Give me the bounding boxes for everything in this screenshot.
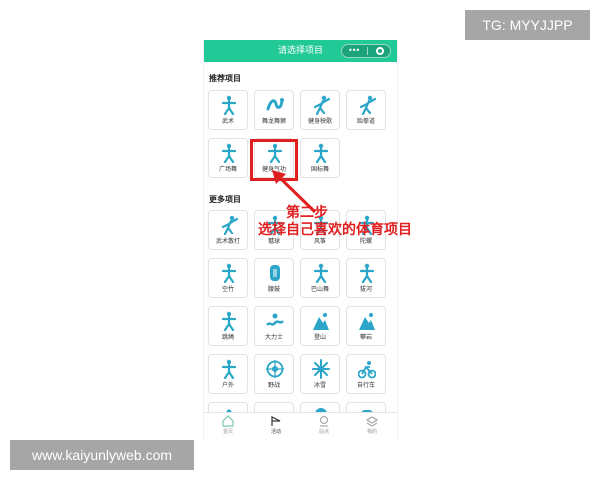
nav-item-layers[interactable]: 我的 (348, 415, 396, 440)
nav-item-activity[interactable]: 活动 (252, 415, 300, 440)
sport-tile[interactable]: 舞龙舞狮 (254, 90, 294, 130)
sport-label: 攀岩 (359, 334, 372, 341)
section-title-recommended: 推荐项目 (209, 74, 241, 83)
sport-tile[interactable]: 自行车 (346, 354, 386, 394)
sport-tile[interactable]: 跳绳 (208, 306, 248, 346)
strongman-icon (266, 313, 284, 326)
sport-tile[interactable]: 野战 (254, 354, 294, 394)
sport-tile[interactable]: 健身秧歌 (300, 90, 340, 130)
sport-label: 冰雪 (313, 382, 326, 389)
square-dance-icon (221, 143, 237, 163)
sport-label: 大力士 (264, 334, 283, 341)
sport-tile[interactable]: 登山 (300, 306, 340, 346)
bashan-dance-icon (313, 263, 329, 283)
sport-label: 武术 (221, 118, 234, 125)
more-icon[interactable]: ••• (348, 45, 360, 57)
nav-label: 站点 (318, 429, 329, 435)
ballroom-icon (313, 143, 329, 163)
phone-screen: 请选择项目 ••• 推荐项目 武术 舞龙舞狮 健身秧歌 跆拳道 广场舞 健身气功 国标舞 更… (203, 40, 398, 440)
bottom-nav: 首页 活动 站点 我的 (204, 412, 397, 440)
sport-tile[interactable]: 武术散打 (208, 210, 248, 250)
nav-label: 首页 (222, 429, 233, 435)
diabolo-icon (221, 263, 237, 283)
sport-label: 空竹 (221, 286, 234, 293)
yangge-icon (313, 95, 330, 115)
sport-tile[interactable]: 跆拳道 (346, 90, 386, 130)
sport-label: 健身秧歌 (307, 118, 332, 125)
nav-label: 活动 (270, 429, 281, 435)
sport-tile[interactable]: 武术 (208, 90, 248, 130)
sport-tile[interactable]: 空竹 (208, 258, 248, 298)
snowflake-icon (312, 359, 330, 379)
sport-label: 腰鼓 (267, 286, 280, 293)
sport-label: 跳绳 (221, 334, 234, 341)
sport-tile[interactable]: 户外 (208, 354, 248, 394)
taekwondo-icon (359, 95, 376, 115)
field-combat-icon (266, 360, 284, 378)
miniprogram-capsule[interactable]: ••• (341, 44, 391, 58)
sport-label: 拔河 (359, 286, 372, 293)
title-bar: 请选择项目 ••• (204, 40, 397, 62)
outdoor-icon (221, 359, 237, 379)
martial-arts-icon (221, 95, 237, 115)
sport-label: 户外 (221, 382, 234, 389)
nav-label: 我的 (366, 429, 377, 435)
rock-climbing-icon (359, 313, 375, 330)
close-circle-icon[interactable] (376, 47, 384, 55)
sport-label: 广场舞 (218, 166, 237, 173)
sport-tile[interactable]: 广场舞 (208, 138, 248, 178)
sport-tile[interactable]: 拔河 (346, 258, 386, 298)
tug-of-war-icon (359, 263, 375, 283)
annotation-text: 选择自己喜欢的体育项目 (258, 222, 412, 238)
capsule-divider (367, 47, 368, 55)
activity-icon (271, 416, 281, 426)
nav-item-location[interactable]: 站点 (300, 415, 348, 440)
nav-item-home[interactable]: 首页 (204, 415, 252, 440)
sport-tile[interactable]: 巴山舞 (300, 258, 340, 298)
waist-drum-icon (270, 265, 280, 281)
sport-tile[interactable]: 冰雪 (300, 354, 340, 394)
sport-label: 登山 (313, 334, 326, 341)
sport-label: 武术散打 (215, 238, 240, 245)
website-watermark: www.kaiyunlyweb.com (10, 440, 194, 470)
sanda-icon (221, 215, 238, 235)
sport-tile[interactable]: 大力士 (254, 306, 294, 346)
section-title-more: 更多项目 (209, 195, 241, 204)
home-icon (222, 415, 234, 427)
layers-icon (366, 416, 378, 427)
sport-label: 自行车 (356, 382, 375, 389)
rope-skipping-icon (221, 311, 237, 331)
sport-label: 舞龙舞狮 (261, 118, 286, 125)
sport-label: 跆拳道 (356, 118, 375, 125)
sport-label: 巴山舞 (310, 286, 329, 293)
sport-tile[interactable]: 攀岩 (346, 306, 386, 346)
tg-watermark: TG: MYYJJPP (465, 10, 590, 40)
sport-label: 野战 (267, 382, 280, 389)
cycling-icon (358, 361, 376, 379)
mountaineering-icon (313, 313, 329, 330)
dragon-dance-icon (266, 98, 284, 111)
sport-tile[interactable]: 腰鼓 (254, 258, 294, 298)
location-icon (319, 415, 329, 427)
